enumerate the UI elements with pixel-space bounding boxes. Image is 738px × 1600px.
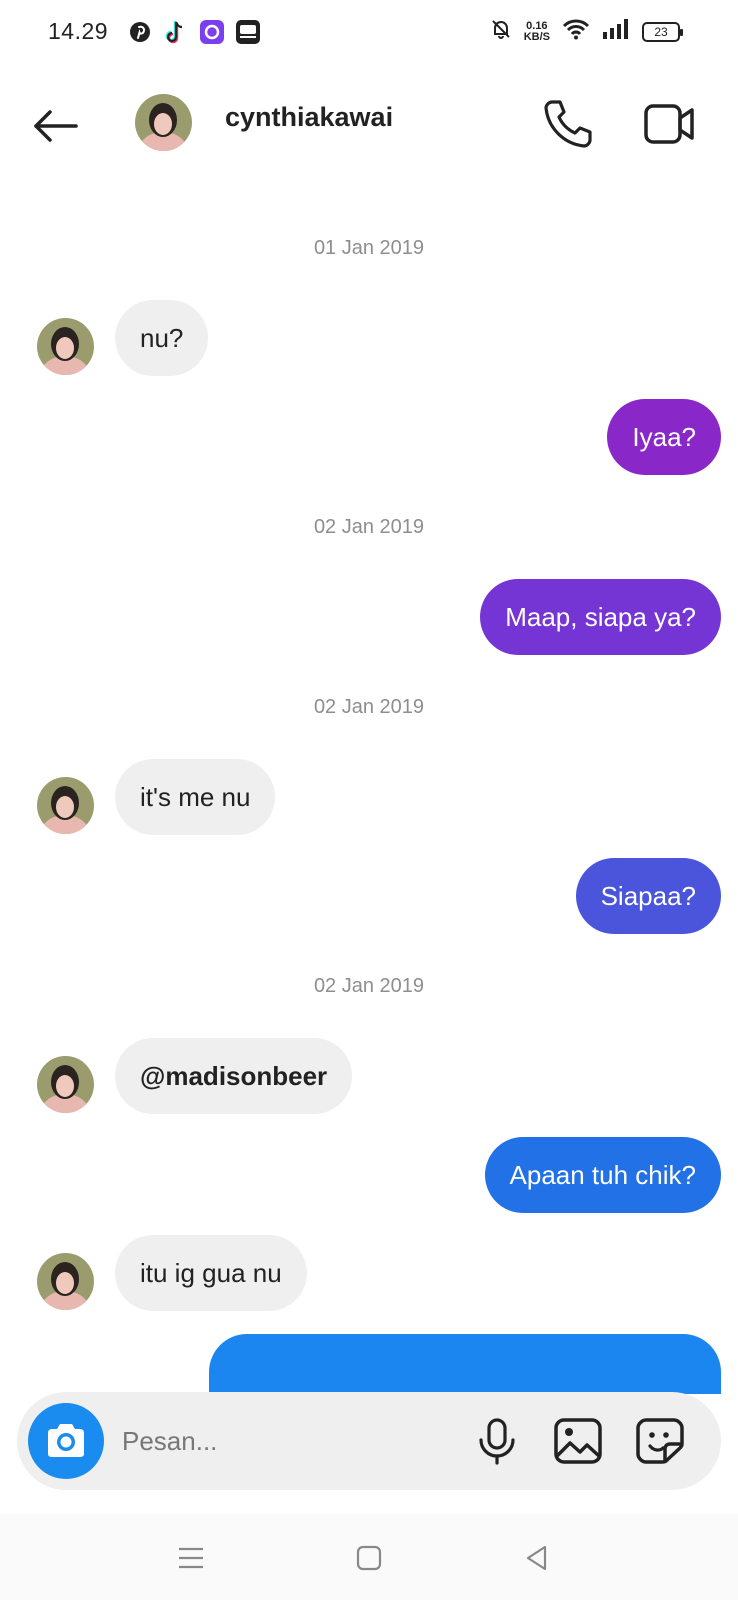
profile-photo bbox=[37, 318, 94, 375]
date-separator: 02 Jan 2019 bbox=[313, 696, 425, 718]
incoming-message[interactable]: itu ig gua nu bbox=[115, 1235, 307, 1311]
gallery-icon bbox=[554, 1418, 602, 1464]
date-separator: 02 Jan 2019 bbox=[313, 975, 425, 997]
status-right: 0.16 KB/S 23 bbox=[490, 18, 683, 45]
back-icon bbox=[526, 1545, 547, 1571]
incoming-message[interactable]: it's me nu bbox=[115, 759, 276, 835]
signal-icon bbox=[602, 18, 630, 45]
sticker-button[interactable] bbox=[634, 1416, 686, 1466]
net-speed-unit: KB/S bbox=[523, 30, 550, 43]
avatar[interactable] bbox=[37, 777, 94, 834]
kwik-icon bbox=[236, 20, 260, 44]
status-app-icons bbox=[128, 20, 260, 44]
status-bar: 14.29 0.16 KB/S 23 bbox=[0, 0, 738, 64]
voice-message-button[interactable] bbox=[472, 1416, 522, 1466]
app-circle-icon bbox=[200, 20, 224, 44]
phone-icon bbox=[544, 100, 592, 148]
outgoing-message-partial[interactable] bbox=[209, 1334, 721, 1394]
tiktok-icon bbox=[164, 20, 188, 44]
video-call-button[interactable] bbox=[642, 98, 698, 150]
battery-indicator: 23 bbox=[642, 21, 683, 42]
sticker-icon bbox=[636, 1418, 684, 1464]
profile-photo bbox=[135, 94, 192, 151]
avatar[interactable] bbox=[135, 94, 192, 151]
message-composer bbox=[17, 1392, 721, 1490]
incoming-mention-message[interactable]: @madisonbeer bbox=[115, 1038, 353, 1114]
microphone-icon bbox=[479, 1418, 515, 1465]
system-back-button[interactable] bbox=[515, 1536, 559, 1580]
message-input[interactable] bbox=[122, 1422, 452, 1460]
profile-photo bbox=[37, 1056, 94, 1113]
home-button[interactable] bbox=[347, 1536, 391, 1580]
mute-bell-icon bbox=[490, 18, 512, 45]
video-camera-icon bbox=[644, 104, 694, 144]
status-time: 14.29 bbox=[48, 18, 109, 44]
voice-call-button[interactable] bbox=[540, 96, 596, 152]
gallery-button[interactable] bbox=[552, 1416, 604, 1466]
net-speed: 0.16 KB/S bbox=[523, 20, 550, 43]
profile-photo bbox=[37, 777, 94, 834]
menu-icon bbox=[179, 1547, 203, 1569]
date-separator: 02 Jan 2019 bbox=[313, 516, 425, 538]
back-button[interactable] bbox=[30, 100, 82, 152]
system-nav-bar bbox=[0, 1514, 738, 1600]
wifi-icon bbox=[562, 18, 590, 45]
camera-icon bbox=[48, 1424, 84, 1457]
date-separator: 01 Jan 2019 bbox=[313, 237, 425, 259]
outgoing-message[interactable]: Iyaa? bbox=[607, 399, 721, 475]
pinterest-icon bbox=[128, 20, 152, 44]
home-icon bbox=[356, 1545, 382, 1571]
outgoing-message[interactable]: Apaan tuh chik? bbox=[484, 1137, 721, 1213]
outgoing-message[interactable]: Maap, siapa ya? bbox=[480, 579, 721, 655]
username[interactable]: cynthiakawai bbox=[225, 102, 393, 133]
incoming-message[interactable]: nu? bbox=[115, 300, 209, 376]
outgoing-message[interactable]: Siapaa? bbox=[575, 858, 721, 934]
avatar[interactable] bbox=[37, 318, 94, 375]
recent-apps-button[interactable] bbox=[169, 1536, 213, 1580]
chat-header: cynthiakawai bbox=[0, 64, 738, 184]
avatar[interactable] bbox=[37, 1056, 94, 1113]
back-arrow-icon bbox=[34, 110, 78, 142]
avatar[interactable] bbox=[37, 1253, 94, 1310]
camera-button[interactable] bbox=[28, 1403, 104, 1479]
profile-photo bbox=[37, 1253, 94, 1310]
